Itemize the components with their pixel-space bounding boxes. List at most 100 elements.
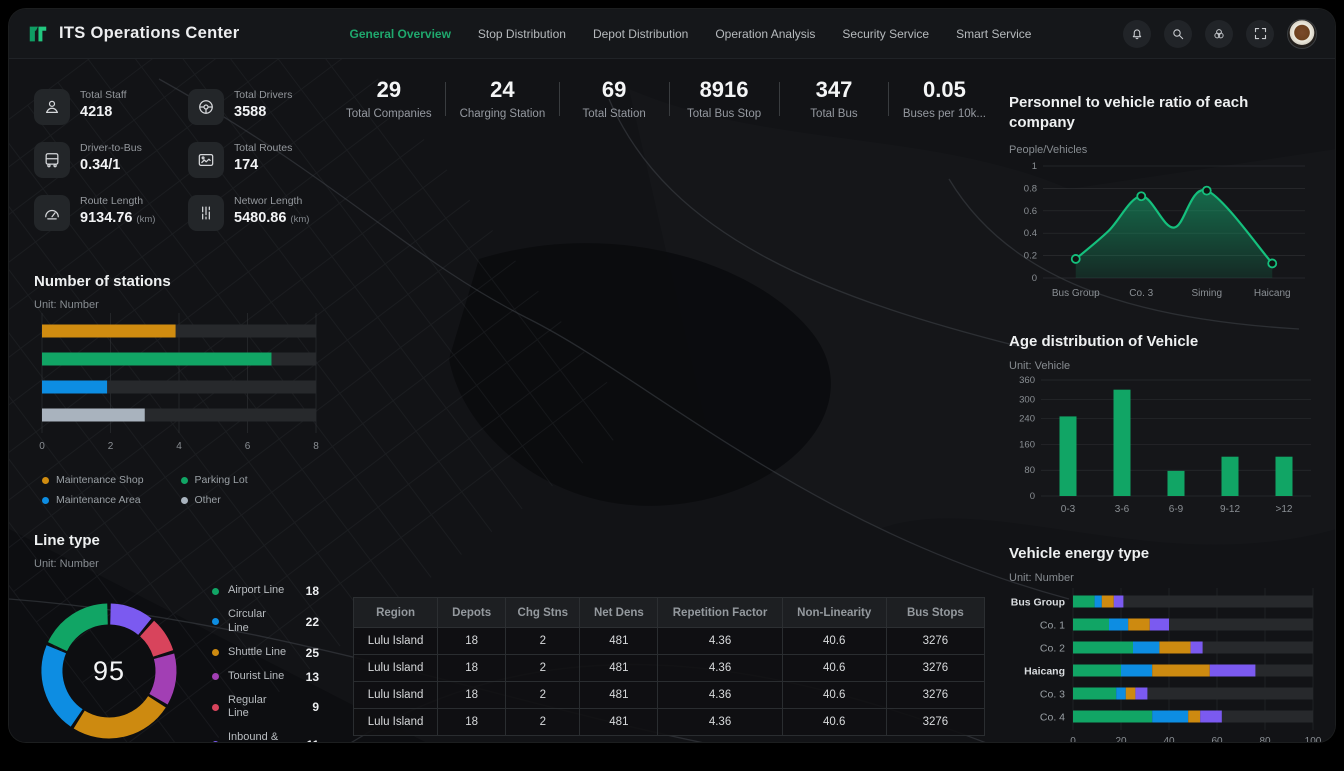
legend-value: 18 bbox=[291, 584, 319, 598]
legend-label: Inbound & Outbound bbox=[228, 731, 287, 743]
table-header-cell: Net Dens bbox=[580, 598, 658, 628]
stat-value: 5480.86(km) bbox=[234, 210, 309, 226]
stations-unit: Unit: Number bbox=[34, 299, 319, 311]
nav-item-general-overview[interactable]: General Overview bbox=[350, 27, 451, 41]
table-cell: 4.36 bbox=[658, 682, 782, 709]
bar-segment bbox=[1159, 641, 1190, 653]
staff-icon bbox=[34, 89, 70, 125]
stats-grid: Total Staff4218Total Drivers3588Driver-t… bbox=[34, 89, 334, 231]
svg-text:300: 300 bbox=[1019, 394, 1035, 405]
stat-route-length: Route Length9134.76(km) bbox=[34, 195, 180, 231]
svg-text:Haicang: Haicang bbox=[1254, 288, 1291, 299]
region-table-wrap: RegionDepotsChg StnsNet DensRepetition F… bbox=[353, 597, 985, 736]
table-cell: Lulu Island bbox=[354, 655, 438, 682]
bar-segment bbox=[1126, 687, 1136, 699]
kpi-row: 29Total Companies24Charging Station69Tot… bbox=[346, 77, 986, 120]
table-cell: 2 bbox=[506, 628, 580, 655]
stat-label: Total Drivers bbox=[234, 89, 292, 101]
stat-value: 3588 bbox=[234, 104, 292, 120]
kpi-value: 24 bbox=[460, 77, 546, 103]
legend-item-parking-lot[interactable]: Parking Lot bbox=[181, 474, 320, 486]
nav-item-security-service[interactable]: Security Service bbox=[842, 27, 929, 41]
legend-value: 13 bbox=[291, 670, 319, 684]
category-label: Co. 1 bbox=[1040, 619, 1065, 631]
table-cell: 40.6 bbox=[782, 655, 886, 682]
age-distribution-title: Age distribution of Vehicle bbox=[1009, 333, 1329, 350]
legend-label: Maintenance Area bbox=[56, 494, 141, 506]
svg-text:6: 6 bbox=[245, 441, 251, 452]
network-icon bbox=[188, 195, 224, 231]
svg-text:0.6: 0.6 bbox=[1024, 205, 1037, 216]
table-cell: 4.36 bbox=[658, 709, 782, 736]
stat-label: Total Staff bbox=[80, 89, 127, 101]
user-avatar[interactable] bbox=[1287, 19, 1317, 49]
x-axis: 02468 bbox=[39, 441, 319, 452]
grid bbox=[1073, 588, 1313, 730]
nav-item-depot-distribution[interactable]: Depot Distribution bbox=[593, 27, 688, 41]
nav-item-smart-service[interactable]: Smart Service bbox=[956, 27, 1031, 41]
kpi-total-bus: 347Total Bus bbox=[793, 77, 875, 120]
table-cell: 40.6 bbox=[782, 709, 886, 736]
bar-segment bbox=[1073, 710, 1152, 722]
table-cell: 2 bbox=[506, 682, 580, 709]
kpi-value: 69 bbox=[573, 77, 655, 103]
nav-item-operation-analysis[interactable]: Operation Analysis bbox=[715, 27, 815, 41]
table-cell: 2 bbox=[506, 655, 580, 682]
svg-text:160: 160 bbox=[1019, 439, 1035, 450]
bar-segment bbox=[1116, 687, 1126, 699]
legend-item-maintenance-shop[interactable]: Maintenance Shop bbox=[42, 474, 181, 486]
fullscreen-button[interactable] bbox=[1246, 20, 1274, 48]
table-header-row: RegionDepotsChg StnsNet DensRepetition F… bbox=[354, 598, 985, 628]
svg-text:240: 240 bbox=[1019, 413, 1035, 424]
svg-text:0: 0 bbox=[1032, 273, 1037, 284]
data-point bbox=[1072, 254, 1080, 262]
bar-segment bbox=[1150, 618, 1169, 630]
table-header-cell: Non-Linearity bbox=[782, 598, 886, 628]
stat-value: 4218 bbox=[80, 104, 127, 120]
stations-title: Number of stations bbox=[34, 273, 319, 290]
legend-dot bbox=[181, 497, 188, 504]
table-cell: Lulu Island bbox=[354, 628, 438, 655]
table-scrollbar[interactable] bbox=[353, 742, 773, 743]
table-cell: 40.6 bbox=[782, 682, 886, 709]
age-distribution-chart: 0801602403003600-33-66-99-12>12 bbox=[1009, 372, 1329, 523]
stat-value: 174 bbox=[234, 157, 292, 173]
category-label: Co. 2 bbox=[1040, 642, 1065, 654]
table-header-cell: Bus Stops bbox=[886, 598, 984, 628]
svg-text:360: 360 bbox=[1019, 375, 1035, 386]
center-panel: 29Total Companies24Charging Station69Tot… bbox=[346, 77, 994, 120]
bar-6-9 bbox=[1168, 470, 1185, 495]
legend-item-maintenance-area[interactable]: Maintenance Area bbox=[42, 494, 181, 506]
bar-segment bbox=[1073, 664, 1121, 676]
bar-segment bbox=[1135, 687, 1147, 699]
svg-text:0.8: 0.8 bbox=[1024, 183, 1037, 194]
notifications-button[interactable] bbox=[1123, 20, 1151, 48]
x-axis: Bus GroupCo. 3SimingHaicang bbox=[1052, 288, 1291, 299]
category-label: Haicang bbox=[1024, 665, 1065, 677]
table-cell: 18 bbox=[438, 655, 506, 682]
age-distribution-unit: Unit: Vehicle bbox=[1009, 360, 1329, 372]
bar-segment bbox=[1102, 595, 1114, 607]
table-cell: 481 bbox=[580, 655, 658, 682]
table-cell: 481 bbox=[580, 682, 658, 709]
theme-button[interactable] bbox=[1205, 20, 1233, 48]
table-cell: Lulu Island bbox=[354, 709, 438, 736]
search-button[interactable] bbox=[1164, 20, 1192, 48]
legend-dot bbox=[42, 477, 49, 484]
svg-text:80: 80 bbox=[1259, 736, 1271, 744]
kpi-total-bus-stop: 8916Total Bus Stop bbox=[683, 77, 765, 120]
brand: ITS Operations Center bbox=[27, 23, 240, 45]
kpi-label: Total Bus bbox=[793, 108, 875, 120]
svg-text:Bus Group: Bus Group bbox=[1052, 288, 1100, 299]
bar-3-6 bbox=[1114, 389, 1131, 495]
stat-value: 9134.76(km) bbox=[80, 210, 155, 226]
donut-center-value: 95 bbox=[34, 596, 184, 743]
svg-text:0: 0 bbox=[1030, 491, 1035, 502]
legend-label: Maintenance Shop bbox=[56, 474, 144, 486]
legend-dot bbox=[212, 618, 219, 625]
table-cell: 18 bbox=[438, 709, 506, 736]
legend-item-other[interactable]: Other bbox=[181, 494, 320, 506]
stations-chart: 02468 bbox=[34, 311, 319, 468]
nav-item-stop-distribution[interactable]: Stop Distribution bbox=[478, 27, 566, 41]
route-card-icon bbox=[188, 142, 224, 178]
